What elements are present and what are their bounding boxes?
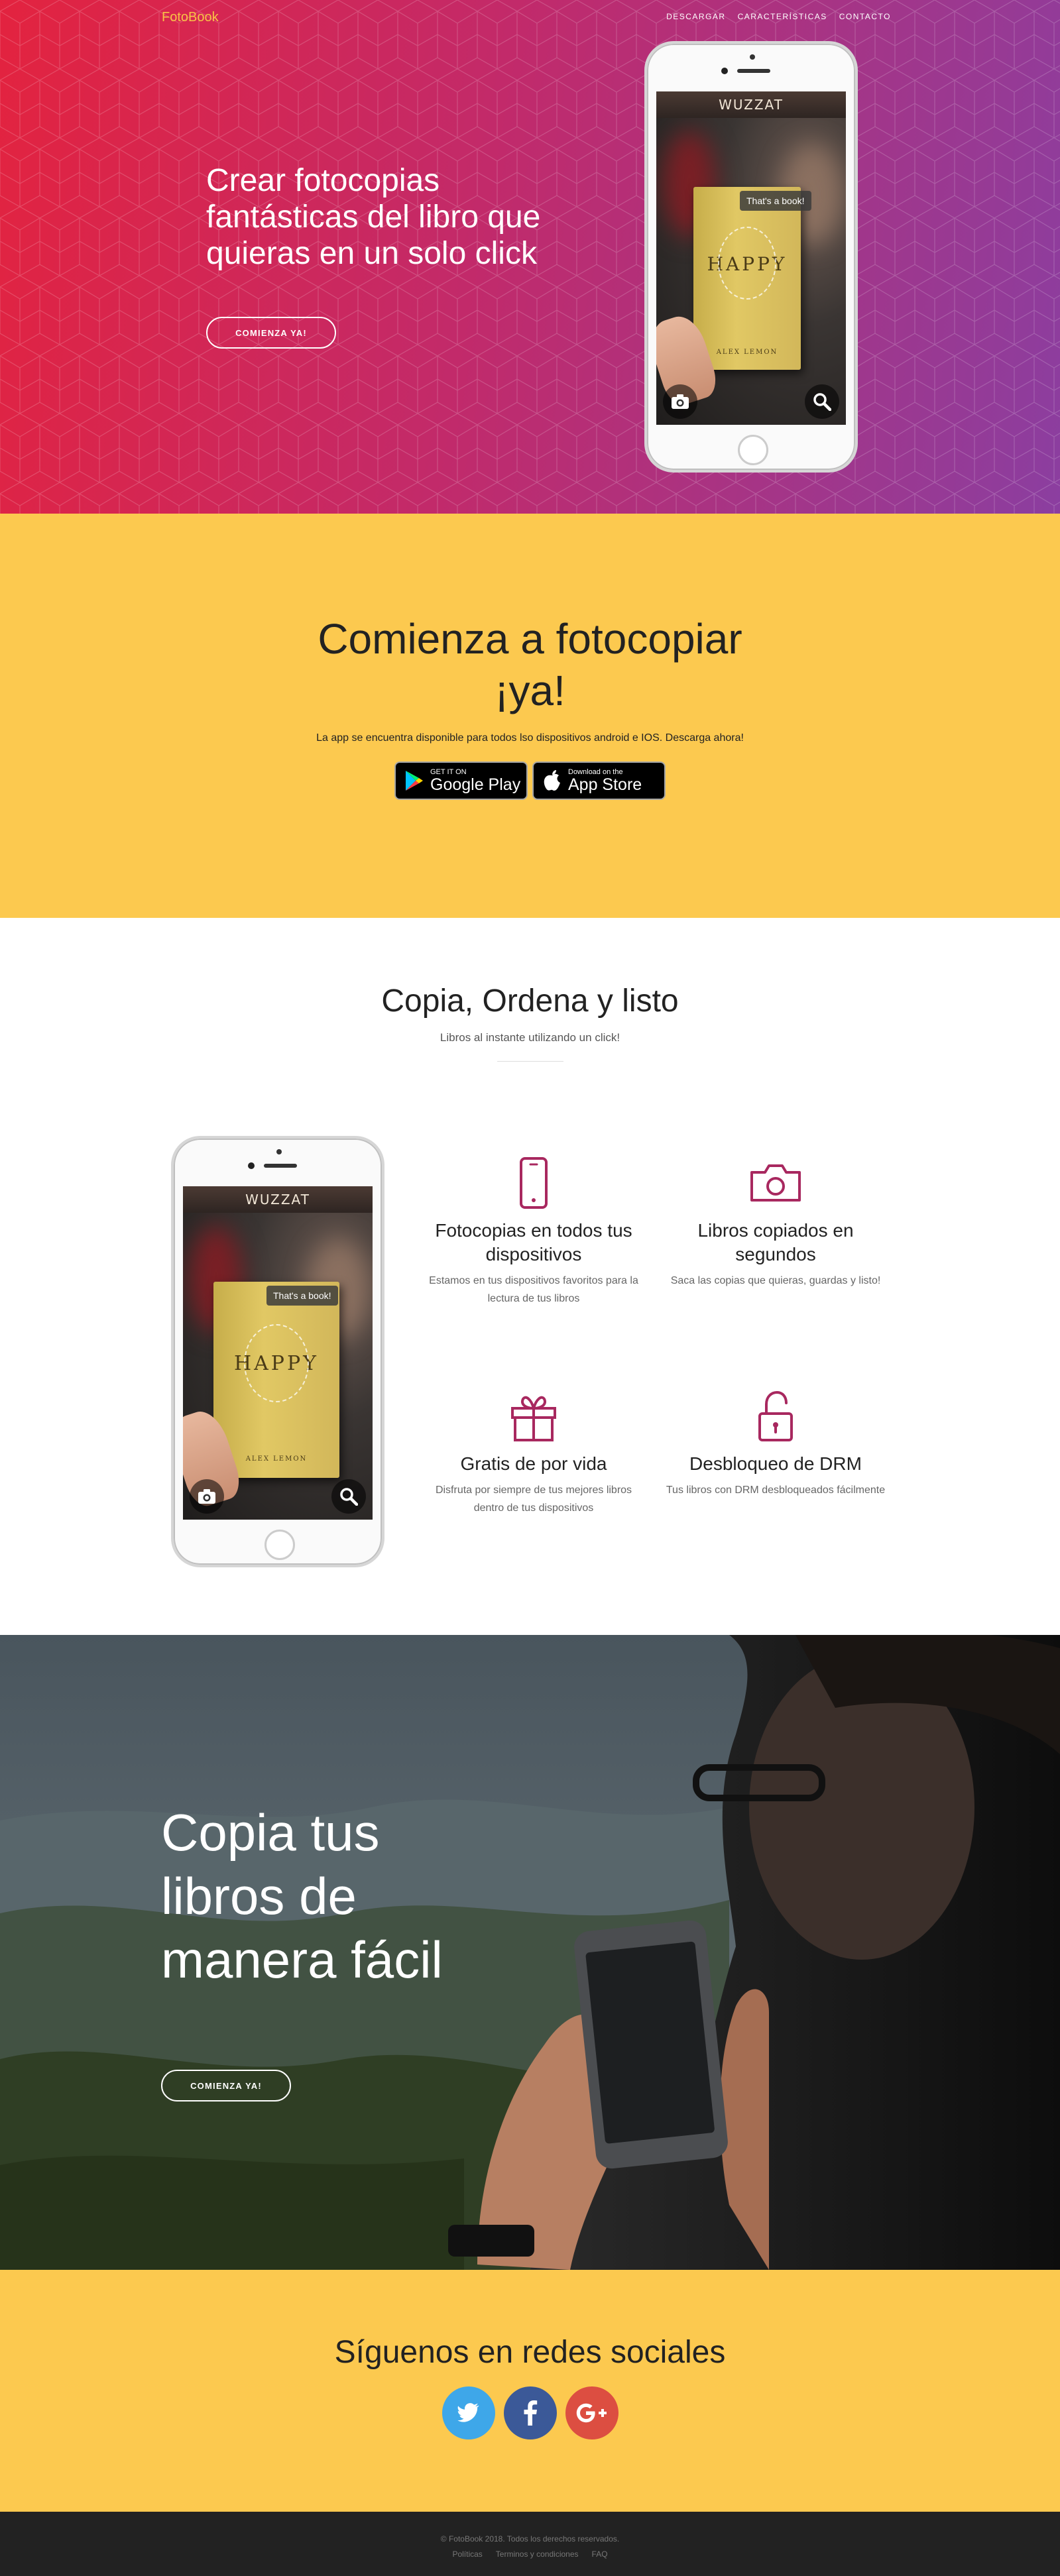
app-store-badge[interactable]: Download on the App Store — [532, 761, 666, 800]
detection-bubble: That's a book! — [740, 191, 811, 211]
brand-logo[interactable]: FotoBook — [162, 10, 219, 25]
search-icon[interactable] — [331, 1479, 366, 1514]
main-nav: DESCARGAR CARACTERÍSTICAS CONTACTO — [666, 12, 891, 21]
cta-start-button[interactable]: COMIENZA YA! — [161, 2070, 291, 2101]
download-section: Comienza a fotocopiar ¡ya! La app se enc… — [0, 514, 1060, 918]
feature-devices: Fotocopias en todos tus dispositivos Est… — [421, 1156, 646, 1308]
feature-drm-text: Tus libros con DRM desbloqueados fácilme… — [666, 1484, 886, 1496]
camera-icon[interactable] — [663, 384, 697, 419]
feature-free-text: Disfruta por siempre de tus mejores libr… — [435, 1484, 632, 1514]
phone-screen: WUZZAT HAPPY ALEX LEMON That's a book! — [183, 1186, 373, 1520]
feature-speed-text: Saca las copias que quieras, guardas y l… — [670, 1275, 881, 1286]
google-play-icon — [406, 771, 423, 791]
social-buttons — [0, 2386, 1060, 2439]
book-ring — [244, 1324, 309, 1402]
features-title: Copia, Ordena y listo — [381, 983, 679, 1019]
cta-background-photo — [0, 1635, 1060, 2270]
hero-phone-mockup: WUZZAT HAPPY ALEX LEMON That's a book! — [644, 41, 858, 473]
footer: © FotoBook 2018. Todos los derechos rese… — [0, 2512, 1060, 2576]
nav-item-descargar[interactable]: DESCARGAR — [666, 12, 726, 21]
footer-copyright: © FotoBook 2018. Todos los derechos rese… — [440, 2534, 620, 2544]
book-cover: HAPPY ALEX LEMON — [693, 187, 801, 370]
camera-icon[interactable] — [190, 1479, 224, 1514]
camera-icon — [750, 1164, 801, 1202]
nav-item-caracteristicas[interactable]: CARACTERÍSTICAS — [738, 12, 827, 21]
book-ring — [718, 227, 776, 300]
mobile-phone-icon — [520, 1157, 548, 1209]
facebook-icon — [524, 2400, 537, 2426]
google-plus-icon — [576, 2403, 607, 2423]
unlocked-padlock-icon — [758, 1390, 793, 1441]
search-icon[interactable] — [805, 384, 839, 419]
store-badges: GET IT ON Google Play Download on the Ap… — [0, 761, 1060, 800]
cta-section: Copia tus libros de manera fácil COMIENZ… — [0, 1635, 1060, 2270]
features-phone-mockup: WUZZAT HAPPY ALEX LEMON That's a book! — [171, 1136, 384, 1567]
social-section: Síguenos en redes sociales — [0, 2270, 1060, 2512]
nav-item-contacto[interactable]: CONTACTO — [839, 12, 891, 21]
phone-speaker — [737, 69, 770, 73]
features-subtitle: Libros al instante utilizando un click! — [440, 1031, 620, 1044]
feature-free-title: Gratis de por vida — [460, 1453, 607, 1474]
cta-title: Copia tus libros de manera fácil — [161, 1803, 443, 1989]
detection-bubble: That's a book! — [266, 1286, 338, 1306]
footer-links: Políticas Terminos y condiciones FAQ — [0, 2549, 1060, 2559]
hero-title: Crear fotocopias fantásticas del libro q… — [206, 163, 541, 271]
download-title: Comienza a fotocopiar ¡ya! — [278, 514, 782, 716]
feature-free: Gratis de por vida Disfruta por siempre … — [421, 1390, 646, 1517]
book-author: ALEX LEMON — [716, 349, 778, 356]
phone-screen: WUZZAT HAPPY ALEX LEMON That's a book! — [656, 91, 846, 425]
social-title: Síguenos en redes sociales — [334, 2335, 726, 2370]
feature-drm: Desbloqueo de DRM Tus libros con DRM des… — [663, 1390, 888, 1499]
feature-speed-title: Libros copiados en segundos — [697, 1220, 854, 1264]
feature-devices-text: Estamos en tus dispositivos favoritos pa… — [429, 1275, 638, 1304]
features-section: Copia, Ordena y listo Libros al instante… — [0, 918, 1060, 1635]
google-play-badge[interactable]: GET IT ON Google Play — [394, 761, 528, 800]
phone-speaker — [264, 1164, 297, 1168]
phone-camera — [248, 1162, 255, 1169]
hero-section: FotoBook DESCARGAR CARACTERÍSTICAS CONTA… — [0, 0, 1060, 514]
phone-sensor — [276, 1149, 282, 1154]
app-store-label: App Store — [568, 775, 642, 794]
apple-icon — [544, 770, 560, 791]
phone-home-button — [265, 1530, 295, 1560]
phone-home-button — [738, 435, 768, 465]
hero-start-button[interactable]: COMIENZA YA! — [206, 317, 336, 349]
app-title-bar: WUZZAT — [656, 91, 846, 118]
twitter-button[interactable] — [442, 2386, 495, 2439]
feature-drm-title: Desbloqueo de DRM — [689, 1453, 862, 1474]
feature-devices-title: Fotocopias en todos tus dispositivos — [435, 1220, 632, 1264]
feature-speed: Libros copiados en segundos Saca las cop… — [663, 1156, 888, 1290]
google-plus-button[interactable] — [565, 2386, 618, 2439]
phone-sensor — [750, 54, 755, 60]
twitter-icon — [457, 2403, 479, 2422]
footer-link-terminos[interactable]: Terminos y condiciones — [496, 2549, 579, 2559]
gift-icon — [511, 1396, 556, 1441]
footer-link-faq[interactable]: FAQ — [592, 2549, 608, 2559]
app-title-bar: WUZZAT — [183, 1186, 373, 1213]
download-title-text: Comienza a fotocopiar ¡ya! — [318, 615, 742, 714]
facebook-button[interactable] — [503, 2386, 557, 2439]
features-divider — [497, 1061, 563, 1062]
phone-camera — [721, 68, 728, 74]
google-play-label: Google Play — [430, 775, 521, 794]
download-text: La app se encuentra disponible para todo… — [316, 732, 744, 744]
footer-link-politicas[interactable]: Políticas — [452, 2549, 482, 2559]
book-cover: HAPPY ALEX LEMON — [213, 1282, 339, 1478]
